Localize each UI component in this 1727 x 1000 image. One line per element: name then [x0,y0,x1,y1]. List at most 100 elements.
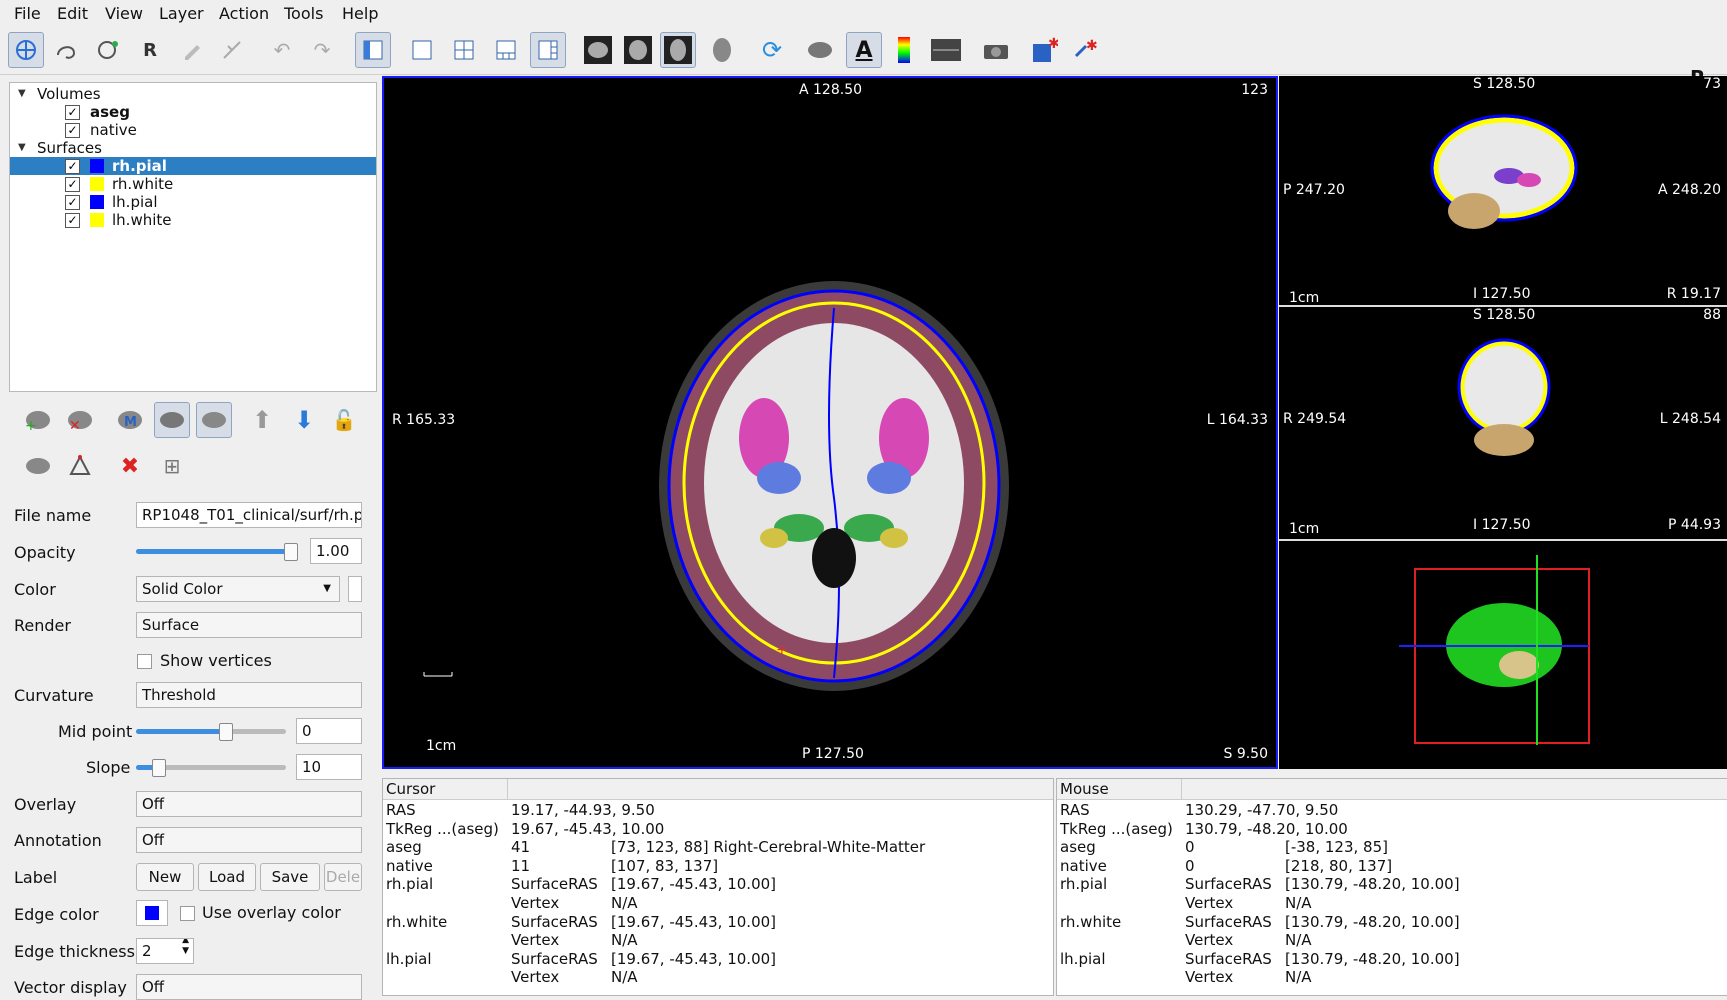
info-cell: N/A [1285,968,1312,987]
surfaces-group[interactable]: ▼ Surfaces [10,139,376,157]
voxel-edit-icon[interactable] [48,32,84,68]
info-cell: 130.79, -48.20, 10.00 [1185,819,1348,838]
grid-icon[interactable]: ⊞ [154,448,190,484]
layout-2x2-icon[interactable] [446,32,482,68]
midpoint-slider-handle[interactable] [219,723,233,741]
reset-view-icon[interactable]: ⟳ [754,32,790,68]
use-overlay-color-checkbox[interactable] [180,906,195,921]
move-up-icon[interactable]: ⬆ [244,402,280,438]
coronal-view-icon[interactable] [620,32,656,68]
clear-marks-icon[interactable]: ✖ [112,448,148,484]
opacity-label: Opacity [14,543,76,562]
color-dropdown[interactable]: Solid Color ▼ [136,576,340,602]
vector-display-dropdown[interactable]: Off [136,974,362,1000]
navigate-tool-icon[interactable] [8,32,44,68]
axial-view[interactable]: + A 128.50 123 R 165.33 L 164.33 P 127.5… [382,76,1278,769]
layout-1-3-side-icon[interactable] [530,32,566,68]
midpoint-field[interactable]: 0 [296,718,362,744]
opacity-slider-handle[interactable] [284,543,298,561]
surface-m-icon[interactable]: M [112,402,148,438]
annotation-dropdown[interactable]: Off [136,827,362,853]
menu-help[interactable]: Help [342,4,378,23]
render-dropdown[interactable]: Surface [136,612,362,638]
layout-1x3-icon[interactable] [355,32,391,68]
slice-number: 88 [1703,307,1721,323]
sagittal-view[interactable]: S 128.50 73 P 247.20 A 248.20 I 127.50 R… [1279,76,1727,306]
layer-name: aseg [90,103,130,121]
transform-icon[interactable]: ✱ [1068,32,1104,68]
triangle-icon[interactable] [62,448,98,484]
surfaces-label: Surfaces [37,139,102,157]
layer-visible-checkbox[interactable]: ✓ [65,159,80,174]
view-bottom-label: I 127.50 [1473,286,1531,302]
view-corner-label: P 44.93 [1668,517,1721,533]
new-label-button[interactable]: New [136,863,194,891]
layer-visible-checkbox[interactable]: ✓ [65,177,80,192]
spin-arrows-icon[interactable]: ▲ ▼ [182,939,189,957]
menu-tools[interactable]: Tools [284,4,323,23]
expand-arrow-icon[interactable]: ▼ [18,85,26,103]
slope-field[interactable]: 10 [296,754,362,780]
menu-view[interactable]: View [105,4,143,23]
layer-item[interactable]: ✓ native [10,121,376,139]
contour-icon[interactable] [214,32,250,68]
svg-text:+: + [776,642,788,658]
sagittal-view-icon[interactable] [580,32,616,68]
save-label-button[interactable]: Save [260,863,320,891]
menu-edit[interactable]: Edit [57,4,88,23]
close-surface-icon[interactable]: ✕ [62,402,98,438]
menu-action[interactable]: Action [219,4,269,23]
save-screenshot-icon[interactable]: ✱ [1026,32,1062,68]
intensity-icon[interactable] [928,32,964,68]
edge-color-button[interactable] [136,900,168,926]
surface-icon[interactable] [802,32,838,68]
3d-view-icon[interactable] [704,32,740,68]
text-annotation-icon[interactable]: A [846,32,882,68]
curvature-dropdown[interactable]: Threshold [136,682,362,708]
3d-view[interactable] [1279,541,1727,769]
slope-slider-handle[interactable] [152,759,166,777]
layer-visible-checkbox[interactable]: ✓ [65,123,80,138]
menu-file[interactable]: File [14,4,41,23]
load-surface-icon[interactable]: + [20,402,56,438]
coronal-view[interactable]: S 128.50 88 R 249.54 L 248.54 I 127.50 P… [1279,307,1727,539]
color-button[interactable] [348,576,362,602]
expand-arrow-icon[interactable]: ▼ [18,139,26,157]
layout-1x1-icon[interactable] [404,32,440,68]
info-cell: SurfaceRAS [511,875,598,894]
volumes-group[interactable]: ▼ Volumes [10,85,376,103]
layer-item[interactable]: ✓ lh.pial [10,193,376,211]
delete-label-button[interactable]: Dele [324,863,362,891]
layer-visible-checkbox[interactable]: ✓ [65,105,80,120]
menu-bar: File Edit View Layer Action Tools Help [0,0,1727,27]
color-bar-icon[interactable] [886,32,922,68]
undo-icon[interactable]: ↶ [264,32,300,68]
layer-visible-checkbox[interactable]: ✓ [65,195,80,210]
layer-visible-checkbox[interactable]: ✓ [65,213,80,228]
roi-edit-icon[interactable]: R [132,32,168,68]
layer-item[interactable]: ✓ rh.white [10,175,376,193]
opacity-field[interactable]: 1.00 [310,538,362,564]
layer-name: lh.pial [112,193,158,211]
show-vertices-checkbox[interactable] [137,654,152,669]
axial-view-icon[interactable] [660,32,696,68]
camera-icon[interactable] [978,32,1014,68]
menu-layer[interactable]: Layer [159,4,204,23]
move-down-icon[interactable]: ⬇ [286,402,322,438]
layer-item-selected[interactable]: ✓ rh.pial [10,157,376,175]
layout-1-3-icon[interactable] [488,32,524,68]
surface-path-icon[interactable] [20,448,56,484]
load-label-button[interactable]: Load [198,863,256,891]
recon-edit-icon[interactable] [90,32,126,68]
layer-item[interactable]: ✓ lh.white [10,211,376,229]
surface-gray-icon[interactable] [154,402,190,438]
lock-icon[interactable]: 🔓 [326,402,362,438]
point-set-edit-icon[interactable] [174,32,210,68]
surface-gray2-icon[interactable] [196,402,232,438]
overlay-dropdown[interactable]: Off [136,791,362,817]
edge-thickness-spinbox[interactable]: 2 ▲ ▼ [136,938,194,964]
layer-item[interactable]: ✓ aseg [10,103,376,121]
redo-icon[interactable]: ↷ [304,32,340,68]
edge-color-swatch [145,906,159,920]
file-name-field[interactable]: RP1048_T01_clinical/surf/rh.p [136,502,362,528]
